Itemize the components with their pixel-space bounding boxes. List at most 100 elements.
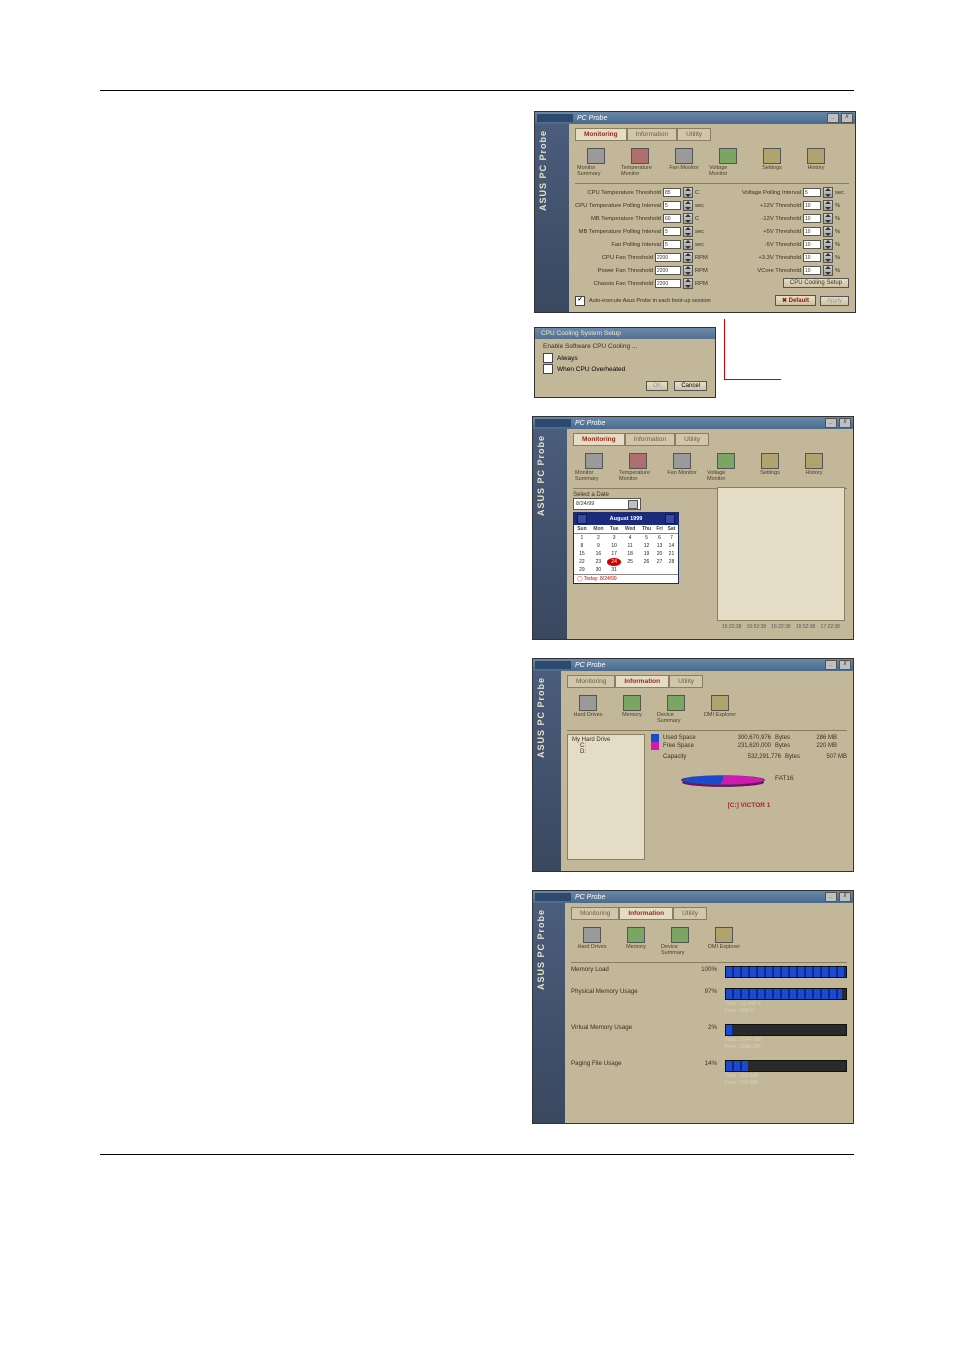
- tab-utility[interactable]: Utility: [677, 128, 711, 141]
- calendar-day[interactable]: 16: [590, 550, 607, 558]
- cpu-fan-threshold-input[interactable]: 2200: [655, 253, 681, 262]
- spinner[interactable]: [683, 187, 693, 198]
- opt-always-checkbox[interactable]: [543, 353, 553, 363]
- spinner[interactable]: [823, 226, 833, 237]
- calendar-day[interactable]: 18: [621, 550, 639, 558]
- p12v-threshold-input[interactable]: 10: [803, 201, 821, 210]
- tab-utility[interactable]: Utility: [669, 675, 703, 688]
- toolbtn-dmi-explorer[interactable]: DMI Explorer: [701, 695, 739, 724]
- spinner[interactable]: [683, 252, 693, 263]
- spinner[interactable]: [683, 226, 693, 237]
- tab-information[interactable]: Information: [625, 433, 676, 446]
- calendar-day[interactable]: 22: [574, 558, 590, 566]
- tab-monitoring[interactable]: Monitoring: [567, 675, 615, 688]
- tab-utility[interactable]: Utility: [673, 907, 707, 920]
- calendar-day[interactable]: 24: [607, 558, 621, 566]
- power-fan-threshold-input[interactable]: 2200: [655, 266, 681, 275]
- calendar-day[interactable]: 20: [654, 550, 665, 558]
- calendar-day[interactable]: 27: [654, 558, 665, 566]
- vcore-threshold-input[interactable]: 10: [803, 266, 821, 275]
- calendar-day[interactable]: 9: [590, 542, 607, 550]
- titlebar[interactable]: PC Probe _ X: [533, 891, 853, 903]
- minimize-button[interactable]: _: [825, 418, 837, 428]
- spinner[interactable]: [823, 187, 833, 198]
- tab-monitoring[interactable]: Monitoring: [571, 907, 619, 920]
- calendar-day[interactable]: 1: [574, 534, 590, 543]
- calendar-day[interactable]: 30: [590, 566, 607, 574]
- toolbtn-settings[interactable]: Settings: [753, 148, 791, 177]
- popup-cancel-button[interactable]: Cancel: [674, 381, 707, 391]
- titlebar[interactable]: PC Probe _ X: [535, 112, 855, 124]
- calendar-day[interactable]: 15: [574, 550, 590, 558]
- m12v-threshold-input[interactable]: 10: [803, 214, 821, 223]
- calendar-day[interactable]: 23: [590, 558, 607, 566]
- tab-utility[interactable]: Utility: [675, 433, 709, 446]
- minimize-button[interactable]: _: [825, 660, 837, 670]
- toolbtn-monitor-summary[interactable]: Monitor Summary: [575, 453, 613, 482]
- tab-information[interactable]: Information: [627, 128, 678, 141]
- tab-information[interactable]: Information: [619, 907, 673, 920]
- toolbtn-history[interactable]: History: [797, 148, 835, 177]
- spinner[interactable]: [683, 200, 693, 211]
- spinner[interactable]: [823, 252, 833, 263]
- titlebar[interactable]: PC Probe _ X: [533, 659, 853, 671]
- fan-polling-input[interactable]: 5: [663, 240, 681, 249]
- minimize-button[interactable]: _: [827, 113, 839, 123]
- spinner[interactable]: [683, 239, 693, 250]
- spinner[interactable]: [823, 265, 833, 276]
- default-button[interactable]: ✖ Default: [775, 295, 816, 306]
- drive-tree[interactable]: My Hard Drive C: D:: [567, 734, 645, 860]
- minimize-button[interactable]: _: [825, 892, 837, 902]
- tree-node-d[interactable]: D:: [572, 749, 640, 755]
- calendar-day[interactable]: 5: [639, 534, 654, 543]
- calendar-day[interactable]: 7: [665, 534, 678, 543]
- calendar-day[interactable]: 21: [665, 550, 678, 558]
- toolbtn-monitor-summary[interactable]: Monitor Summary: [577, 148, 615, 177]
- toolbtn-device-summary[interactable]: Device Summary: [661, 927, 699, 956]
- spinner[interactable]: [823, 239, 833, 250]
- tab-monitoring[interactable]: Monitoring: [575, 128, 627, 141]
- calendar-today-label[interactable]: ◯ Today: 8/24/99: [574, 574, 678, 583]
- tab-monitoring[interactable]: Monitoring: [573, 433, 625, 446]
- calendar[interactable]: August 1999 SunMonTueWedThuFriSat 123456…: [573, 512, 679, 584]
- auto-exec-checkbox[interactable]: ✔: [575, 296, 585, 306]
- popup-ok-button[interactable]: OK: [646, 381, 669, 391]
- mb-temp-polling-input[interactable]: 5: [663, 227, 681, 236]
- tab-information[interactable]: Information: [615, 675, 669, 688]
- p3_3v-threshold-input[interactable]: 10: [803, 253, 821, 262]
- apply-button[interactable]: Apply: [820, 296, 849, 306]
- calendar-day[interactable]: 31: [607, 566, 621, 574]
- calendar-day[interactable]: 10: [607, 542, 621, 550]
- spinner[interactable]: [683, 213, 693, 224]
- close-button[interactable]: X: [841, 113, 853, 123]
- toolbtn-hard-drives[interactable]: Hard Drives: [573, 927, 611, 956]
- spinner[interactable]: [823, 213, 833, 224]
- toolbtn-voltage-monitor[interactable]: Voltage Monitor: [707, 453, 745, 482]
- calendar-day[interactable]: 6: [654, 534, 665, 543]
- calendar-day[interactable]: 26: [639, 558, 654, 566]
- m5v-threshold-input[interactable]: 10: [803, 240, 821, 249]
- cpu-cooling-setup-button[interactable]: CPU Cooling Setup: [783, 278, 849, 288]
- opt-overheated-checkbox[interactable]: [543, 364, 553, 374]
- mb-temp-threshold-input[interactable]: 60: [663, 214, 681, 223]
- toolbtn-hard-drives[interactable]: Hard Drives: [569, 695, 607, 724]
- toolbtn-memory[interactable]: Memory: [617, 927, 655, 956]
- calendar-day[interactable]: 11: [621, 542, 639, 550]
- calendar-day[interactable]: 13: [654, 542, 665, 550]
- toolbtn-dmi-explorer[interactable]: DMI Explorer: [705, 927, 743, 956]
- prev-month-button[interactable]: [577, 514, 587, 524]
- calendar-day[interactable]: 12: [639, 542, 654, 550]
- spinner[interactable]: [823, 200, 833, 211]
- spinner[interactable]: [683, 265, 693, 276]
- toolbtn-voltage-monitor[interactable]: Voltage Monitor: [709, 148, 747, 177]
- calendar-day[interactable]: 8: [574, 542, 590, 550]
- p5v-threshold-input[interactable]: 10: [803, 227, 821, 236]
- titlebar[interactable]: PC Probe _ X: [533, 417, 853, 429]
- calendar-day[interactable]: 14: [665, 542, 678, 550]
- date-combo[interactable]: 8/24/99: [573, 498, 641, 510]
- toolbtn-settings[interactable]: Settings: [751, 453, 789, 482]
- calendar-day[interactable]: 4: [621, 534, 639, 543]
- cpu-temp-polling-input[interactable]: 5: [663, 201, 681, 210]
- close-button[interactable]: X: [839, 418, 851, 428]
- toolbtn-fan-monitor[interactable]: Fan Monitor: [665, 148, 703, 177]
